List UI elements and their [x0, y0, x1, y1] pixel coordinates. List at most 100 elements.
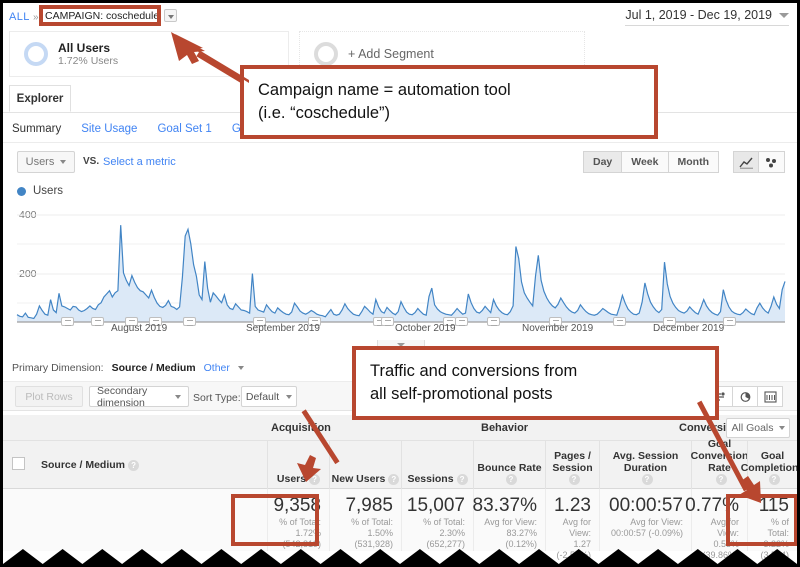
- help-icon[interactable]: ?: [128, 459, 140, 471]
- highlight-goal-completions-cell: [726, 494, 797, 546]
- callout-traffic-conversions: Traffic and conversions from all self-pr…: [352, 346, 719, 420]
- column-header-new-users[interactable]: New Users?: [329, 441, 401, 489]
- date-range-value: Jul 1, 2019 - Dec 19, 2019: [625, 8, 772, 22]
- cell-sub-value: 00:00:57 (-0.09%): [610, 528, 683, 538]
- cell-value: 15,007: [406, 495, 465, 516]
- metric-select-button[interactable]: Users: [17, 151, 75, 173]
- pie-view-icon[interactable]: [733, 386, 758, 407]
- help-icon[interactable]: ?: [309, 473, 321, 485]
- select-a-metric-link[interactable]: Select a metric: [103, 156, 176, 168]
- granularity-month[interactable]: Month: [667, 151, 719, 173]
- help-icon[interactable]: ?: [568, 474, 580, 485]
- column-header-bounce-rate[interactable]: Bounce Rate?: [473, 441, 545, 489]
- bars-glyph: [763, 390, 777, 403]
- acquisition-table: Acquisition Behavior Conversions All Goa…: [3, 415, 797, 560]
- select-all-checkbox[interactable]: [12, 457, 25, 470]
- sort-type-label: Sort Type:: [193, 392, 241, 404]
- analytics-report: ALL » CAMPAIGN: coschedule Jul 1, 2019 -…: [3, 3, 797, 564]
- column-header-avg-session-duration[interactable]: Avg. Session Duration?: [599, 441, 691, 489]
- chevron-down-icon: [237, 366, 244, 370]
- column-header-sessions[interactable]: Sessions?: [401, 441, 473, 489]
- tab-goal-set-1[interactable]: Goal Set 1: [157, 123, 211, 135]
- column-header-goal-conversion-rate[interactable]: Goal Conversion Rate?: [691, 438, 748, 489]
- sort-type-button[interactable]: Default: [241, 386, 297, 407]
- sort-type-value: Default: [245, 390, 280, 403]
- cell-sub-label: % of Total:: [423, 517, 465, 527]
- column-header-pages-session[interactable]: Pages / Session?: [545, 441, 599, 489]
- highlight-users-cell: [231, 494, 319, 546]
- x-tick-november: November 2019: [522, 323, 594, 334]
- chart-plot-area: [16, 214, 786, 323]
- group-header-acquisition: Acquisition: [271, 422, 331, 434]
- column-header-goal-completions[interactable]: Goal Completions?: [741, 441, 797, 489]
- primary-dimension-other[interactable]: Other: [204, 362, 230, 374]
- primary-dimension-value[interactable]: Source / Medium: [112, 362, 196, 374]
- table-header-row: Source / Medium? Users? New Users? Sessi…: [3, 438, 797, 489]
- vs-label: VS.: [83, 156, 100, 167]
- all-goals-label: All Goals: [731, 422, 774, 434]
- column-header-users[interactable]: Users?: [267, 441, 329, 489]
- metric-select-label: Users: [25, 156, 55, 168]
- chevron-down-icon: [60, 160, 67, 164]
- plot-rows-button[interactable]: Plot Rows: [15, 386, 83, 407]
- pie-glyph: [740, 391, 750, 402]
- granularity-day[interactable]: Day: [582, 151, 622, 173]
- help-icon[interactable]: ?: [641, 474, 653, 485]
- help-icon[interactable]: ?: [715, 474, 727, 485]
- cell-value: 00:00:57: [609, 495, 683, 516]
- donut-icon: [24, 42, 48, 66]
- help-icon[interactable]: ?: [505, 474, 517, 485]
- chart-type-toggles: [733, 151, 785, 173]
- line-chart-icon[interactable]: [733, 151, 759, 173]
- chevron-down-icon: [286, 394, 293, 399]
- cell-sub-label: Avg for View:: [630, 517, 683, 527]
- cell-sub-label: Avg for View:: [484, 517, 537, 527]
- highlight-segment-chip: [39, 5, 161, 26]
- cell-value: 83.37%: [472, 495, 537, 516]
- granularity-week[interactable]: Week: [621, 151, 668, 173]
- table-view-icons: [708, 386, 783, 407]
- cell-sub-label: % of Total:: [351, 517, 393, 527]
- line-chart-glyph: [738, 157, 753, 169]
- chevron-down-icon: [175, 394, 181, 399]
- screenshot-frame: ALL » CAMPAIGN: coschedule Jul 1, 2019 -…: [0, 0, 800, 567]
- group-header-behavior: Behavior: [481, 422, 529, 434]
- comparison-icon[interactable]: [758, 386, 783, 407]
- primary-dimension-label: Primary Dimension:: [12, 362, 104, 374]
- donut-icon: [314, 42, 338, 66]
- segment-name: All Users: [58, 40, 111, 55]
- x-tick-december: December 2019: [653, 323, 725, 334]
- help-icon[interactable]: ?: [388, 473, 400, 485]
- x-tick-august: August 2019: [111, 323, 168, 334]
- users-trend-chart: Users 400 200 August 2019 September 2019…: [3, 185, 797, 351]
- help-icon[interactable]: ?: [456, 473, 468, 485]
- secondary-dimension-button[interactable]: Secondary dimension: [89, 384, 189, 409]
- x-tick-september: September 2019: [246, 323, 320, 334]
- chevron-down-icon: [778, 426, 785, 430]
- secondary-dimension-label: Secondary dimension: [97, 384, 148, 409]
- breadcrumb-separator: »: [33, 12, 39, 23]
- metric-selector-row: Users VS. Select a metric Day Week Month: [3, 148, 797, 180]
- tab-site-usage[interactable]: Site Usage: [81, 123, 137, 135]
- scatter-chart-glyph: [766, 157, 776, 167]
- legend-label-users: Users: [33, 185, 64, 197]
- scatter-chart-icon[interactable]: [759, 151, 785, 173]
- tab-summary[interactable]: Summary: [12, 123, 61, 135]
- tab-explorer[interactable]: Explorer: [9, 85, 71, 112]
- segment-sub: 1.72% Users: [58, 54, 119, 67]
- date-range-picker[interactable]: Jul 1, 2019 - Dec 19, 2019: [625, 8, 789, 26]
- callout-line-1: Traffic and conversions from: [370, 362, 578, 380]
- chevron-down-icon[interactable]: [164, 9, 178, 22]
- granularity-buttons: Day Week Month: [582, 151, 719, 173]
- cell-value: 7,985: [345, 495, 393, 516]
- x-tick-october: October 2019: [395, 323, 456, 334]
- all-goals-select[interactable]: All Goals: [726, 418, 790, 438]
- column-header-source-medium[interactable]: Source / Medium?: [31, 441, 267, 489]
- help-icon[interactable]: ?: [768, 474, 780, 485]
- chart-legend: Users: [17, 185, 63, 197]
- chevron-down-icon: [779, 12, 789, 18]
- breadcrumb-all[interactable]: ALL: [9, 11, 30, 23]
- cell-sub-label: Avg for View:: [562, 517, 591, 538]
- callout-line-1: Campaign name = automation tool: [258, 81, 511, 99]
- legend-dot-icon: [17, 186, 26, 196]
